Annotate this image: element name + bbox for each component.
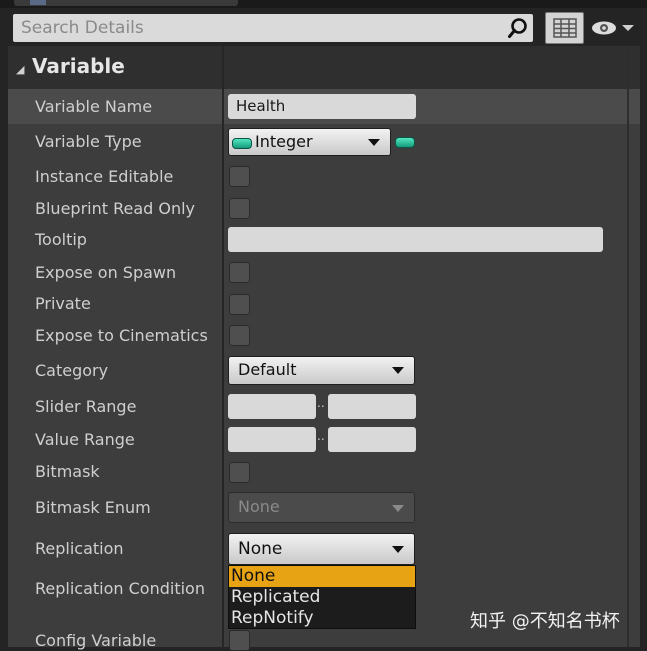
- variable-name-field[interactable]: Health: [228, 94, 416, 119]
- tooltip-field[interactable]: [228, 227, 603, 252]
- value-range-separator: ..: [317, 429, 325, 443]
- config-variable-checkbox[interactable]: [229, 630, 250, 651]
- details-tab[interactable]: [14, 0, 238, 6]
- instance-editable-checkbox[interactable]: [229, 166, 250, 187]
- label-expose-to-cinematics: Expose to Cinematics: [35, 326, 208, 345]
- label-slider-range: Slider Range: [35, 397, 137, 416]
- label-variable-name: Variable Name: [35, 97, 153, 116]
- column-splitter[interactable]: [222, 46, 224, 647]
- bitmask-enum-dropdown[interactable]: None: [228, 492, 415, 523]
- value-range-max-field[interactable]: [328, 427, 416, 452]
- expose-to-cinematics-checkbox[interactable]: [229, 325, 250, 346]
- label-tooltip: Tooltip: [35, 230, 87, 249]
- replication-dropdown[interactable]: None: [228, 533, 415, 565]
- chevron-down-icon: [392, 505, 404, 512]
- details-tab-icon: [30, 0, 46, 5]
- label-replication-condition: Replication Condition: [35, 579, 205, 598]
- chevron-down-icon: [392, 367, 404, 374]
- search-input[interactable]: [13, 14, 501, 42]
- watermark: 知乎 @不知名书杯: [470, 611, 620, 632]
- visibility-eye-icon[interactable]: [590, 16, 636, 40]
- variable-type-dropdown[interactable]: Integer: [228, 128, 391, 156]
- label-bitmask: Bitmask: [35, 462, 100, 481]
- label-category: Category: [35, 361, 109, 380]
- container-type-pin-icon[interactable]: [395, 137, 415, 148]
- chevron-down-icon: [392, 546, 404, 553]
- category-title: Variable: [32, 54, 125, 78]
- label-value-range: Value Range: [35, 430, 135, 449]
- menu-item-replicated[interactable]: Replicated: [229, 587, 415, 608]
- list-view-icon: [553, 18, 577, 38]
- slider-range-separator: ..: [317, 396, 325, 410]
- label-replication: Replication: [35, 539, 124, 558]
- label-variable-type: Variable Type: [35, 132, 142, 151]
- slider-range-min-field[interactable]: [228, 394, 316, 419]
- bitmask-checkbox[interactable]: [229, 462, 250, 483]
- search-box[interactable]: [13, 14, 533, 42]
- search-icon[interactable]: [507, 17, 529, 39]
- slider-range-max-field[interactable]: [328, 394, 416, 419]
- label-bitmask-enum: Bitmask Enum: [35, 498, 151, 517]
- collapse-triangle-icon[interactable]: ◢: [16, 63, 24, 76]
- category-value: Default: [238, 360, 297, 379]
- label-config-variable: Config Variable: [35, 631, 157, 650]
- window-tab-strip: [0, 0, 647, 8]
- value-range-min-field[interactable]: [228, 427, 316, 452]
- label-blueprint-read-only: Blueprint Read Only: [35, 199, 196, 218]
- view-options-button[interactable]: [545, 12, 584, 44]
- replication-value: None: [238, 539, 283, 559]
- variable-type-value: Integer: [255, 132, 313, 151]
- label-private: Private: [35, 294, 91, 313]
- replication-options-menu: None Replicated RepNotify: [228, 565, 416, 629]
- category-dropdown[interactable]: Default: [228, 356, 415, 385]
- menu-item-repnotify[interactable]: RepNotify: [229, 608, 415, 629]
- private-checkbox[interactable]: [229, 294, 250, 315]
- menu-item-none[interactable]: None: [229, 566, 415, 587]
- label-instance-editable: Instance Editable: [35, 167, 174, 186]
- panel-scrollbar-track: [627, 46, 629, 647]
- label-expose-on-spawn: Expose on Spawn: [35, 263, 177, 282]
- integer-pin-icon: [232, 138, 252, 149]
- bitmask-enum-value: None: [238, 497, 280, 516]
- chevron-down-icon: [368, 139, 380, 146]
- category-header-variable[interactable]: ◢ Variable: [8, 46, 640, 89]
- expose-on-spawn-checkbox[interactable]: [229, 262, 250, 283]
- blueprint-read-only-checkbox[interactable]: [229, 198, 250, 219]
